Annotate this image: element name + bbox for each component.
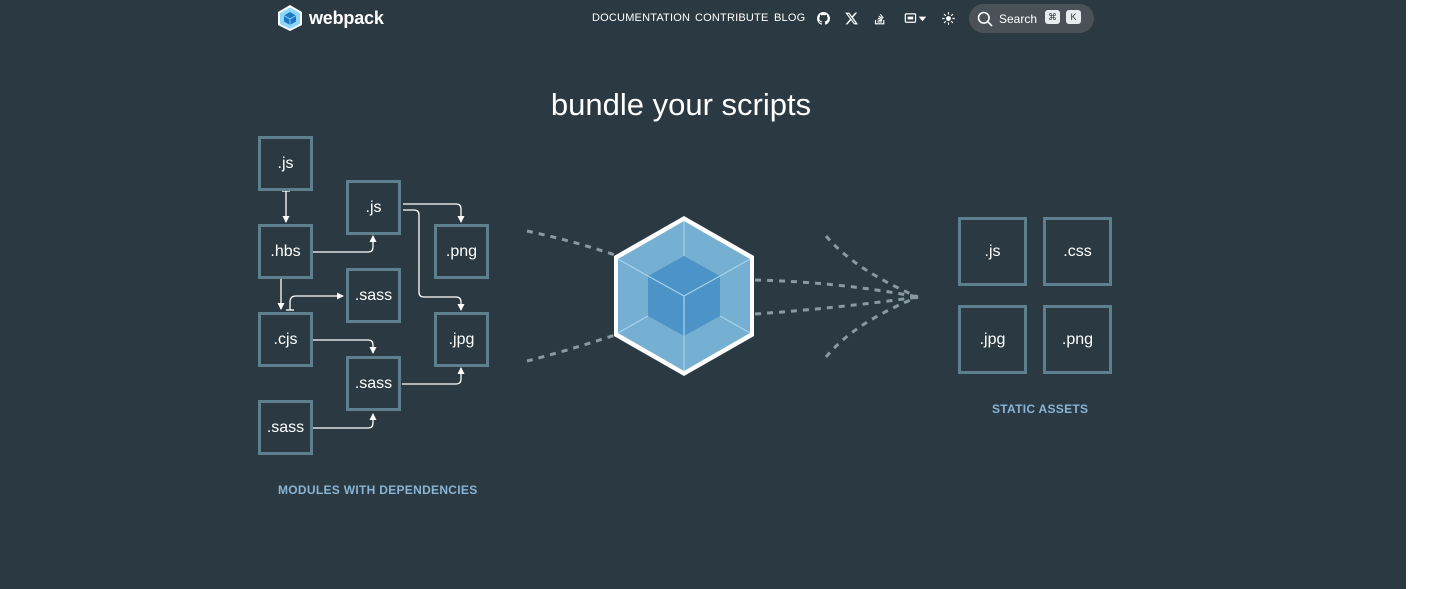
module-box-hbs: .hbs xyxy=(258,224,313,279)
asset-box-png: .png xyxy=(1043,305,1112,374)
asset-box-jpg: .jpg xyxy=(958,305,1027,374)
module-box-sass-mid: .sass xyxy=(346,268,401,323)
module-box-png: .png xyxy=(434,224,489,279)
asset-box-js: .js xyxy=(958,217,1027,286)
module-box-sass-lower: .sass xyxy=(346,356,401,411)
modules-caption: MODULES WITH DEPENDENCIES xyxy=(278,483,478,497)
arrow-cjs-to-sass xyxy=(289,292,344,310)
webpack-cube-icon xyxy=(614,216,754,376)
assets-caption: STATIC ASSETS xyxy=(992,402,1089,416)
module-box-js: .js xyxy=(258,136,313,191)
arrow-js-to-png xyxy=(403,203,465,223)
module-box-cjs: .cjs xyxy=(258,312,313,367)
asset-box-css: .css xyxy=(1043,217,1112,286)
arrow-bottom-sass-to-lower-sass xyxy=(313,413,377,429)
dashed-stream-left-bottom xyxy=(526,333,616,363)
module-box-sass-bottom: .sass xyxy=(258,400,313,455)
module-box-js-top: .js xyxy=(346,180,401,235)
arrow-hbs-to-js xyxy=(313,235,377,253)
dashed-stream-right-upper-curve xyxy=(824,235,919,299)
dashed-stream-right-top xyxy=(754,278,919,299)
arrow-sass-to-jpg xyxy=(402,367,465,385)
arrow-cjs-to-lower-sass xyxy=(313,339,377,354)
module-box-jpg: .jpg xyxy=(434,312,489,367)
dashed-stream-right-bottom xyxy=(754,295,919,316)
dependency-diagram xyxy=(277,190,919,429)
dashed-stream-left-top xyxy=(526,229,616,257)
page: webpack DOCUMENTATION CONTRIBUTE BLOG Se… xyxy=(0,0,1406,589)
